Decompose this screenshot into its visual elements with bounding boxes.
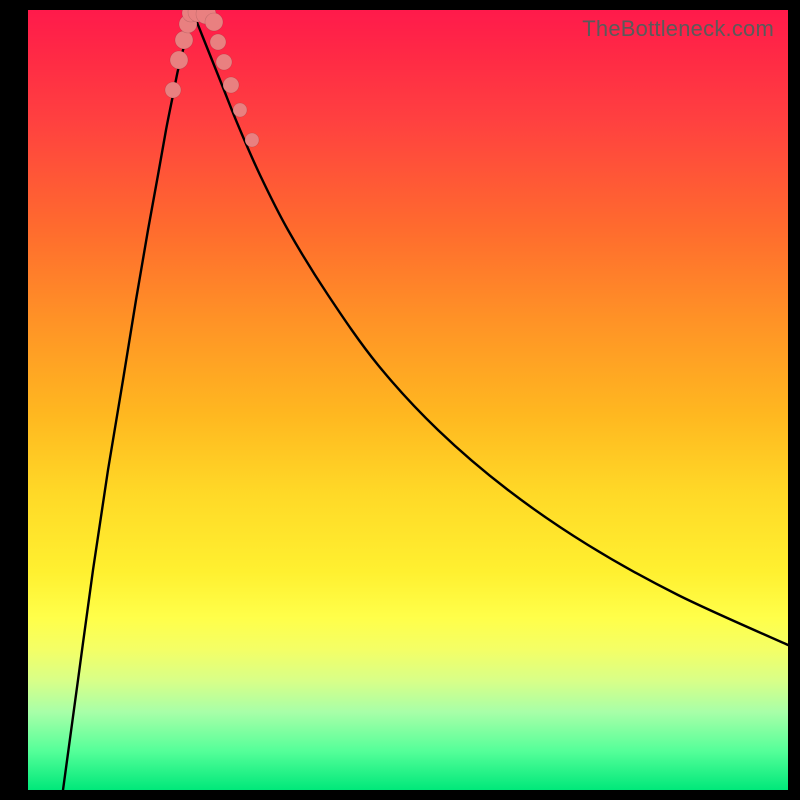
data-marker [175, 31, 193, 49]
marker-group [165, 10, 259, 147]
data-marker [170, 51, 188, 69]
chart-frame: TheBottleneck.com [0, 0, 800, 800]
data-marker [223, 77, 239, 93]
curve-svg [28, 10, 788, 790]
data-marker [165, 82, 181, 98]
data-marker [233, 103, 247, 117]
plot-area: TheBottleneck.com [28, 10, 788, 790]
watermark-text: TheBottleneck.com [582, 16, 774, 42]
curve-right-branch [192, 12, 788, 645]
curve-left-branch [63, 12, 192, 790]
data-marker [205, 13, 223, 31]
data-marker [245, 133, 259, 147]
data-marker [216, 54, 232, 70]
data-marker [210, 34, 226, 50]
